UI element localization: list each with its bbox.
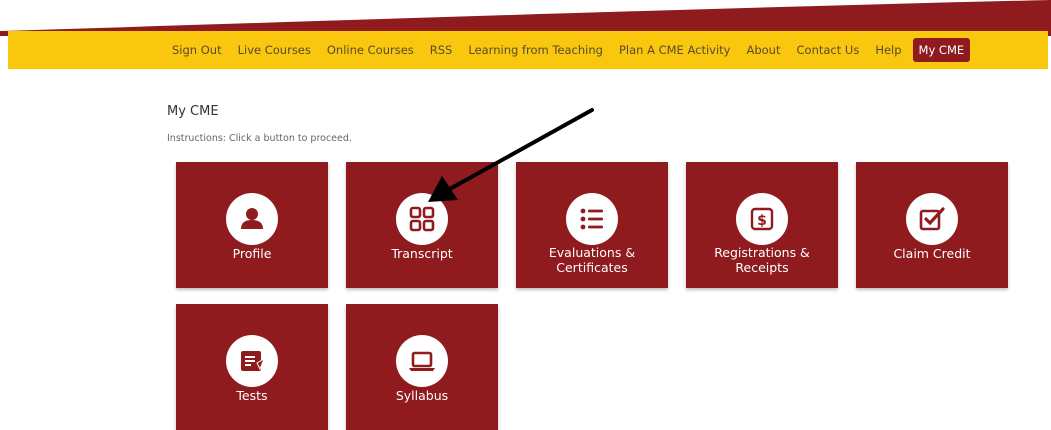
registrations-receipts-button[interactable]: $ Registrations & Receipts <box>686 162 838 288</box>
tile-label: Claim Credit <box>893 246 971 261</box>
nav-learning-from-teaching[interactable]: Learning from Teaching <box>466 39 605 61</box>
nav-about[interactable]: About <box>744 39 782 61</box>
tile-label: Transcript <box>391 246 453 261</box>
dollar-receipt-icon: $ <box>736 193 788 245</box>
nav-contact-us[interactable]: Contact Us <box>795 39 862 61</box>
tile-label: Evaluations & Certificates <box>520 245 664 275</box>
instructions-text: Instructions: Click a button to proceed. <box>167 133 352 144</box>
syllabus-button[interactable]: Syllabus <box>346 304 498 430</box>
evaluations-certificates-button[interactable]: Evaluations & Certificates <box>516 162 668 288</box>
tests-button[interactable]: Tests <box>176 304 328 430</box>
page-title: My CME <box>167 104 219 119</box>
tile-label: Syllabus <box>395 388 449 403</box>
tile-label-line: Registrations & <box>714 245 810 260</box>
claim-credit-button[interactable]: Claim Credit <box>856 162 1008 288</box>
nav-online-courses[interactable]: Online Courses <box>325 39 416 61</box>
tile-label-line: Evaluations & <box>548 245 636 260</box>
tile-label-line: Certificates <box>556 260 628 275</box>
top-navbar: Sign Out Live Courses Online Courses RSS… <box>8 31 1048 69</box>
tile-label: Profile <box>232 246 272 261</box>
checkbox-icon <box>906 193 958 245</box>
transcript-button[interactable]: Transcript <box>346 162 498 288</box>
nav-sign-out[interactable]: Sign Out <box>170 39 224 61</box>
grid-icon <box>396 193 448 245</box>
test-sheet-icon <box>226 335 278 387</box>
nav-plan-cme-activity[interactable]: Plan A CME Activity <box>617 39 733 61</box>
tile-label: Tests <box>236 388 268 403</box>
tile-label: Registrations & Receipts <box>690 245 834 275</box>
user-icon <box>226 193 278 245</box>
nav-menu: Sign Out Live Courses Online Courses RSS… <box>170 31 982 69</box>
profile-button[interactable]: Profile <box>176 162 328 288</box>
svg-text:$: $ <box>757 213 767 229</box>
list-icon <box>566 193 618 245</box>
nav-live-courses[interactable]: Live Courses <box>236 39 313 61</box>
laptop-icon <box>396 335 448 387</box>
nav-rss[interactable]: RSS <box>428 39 455 61</box>
nav-my-cme[interactable]: My CME <box>912 38 971 62</box>
nav-help[interactable]: Help <box>873 39 903 61</box>
tile-label-line: Receipts <box>735 260 789 275</box>
